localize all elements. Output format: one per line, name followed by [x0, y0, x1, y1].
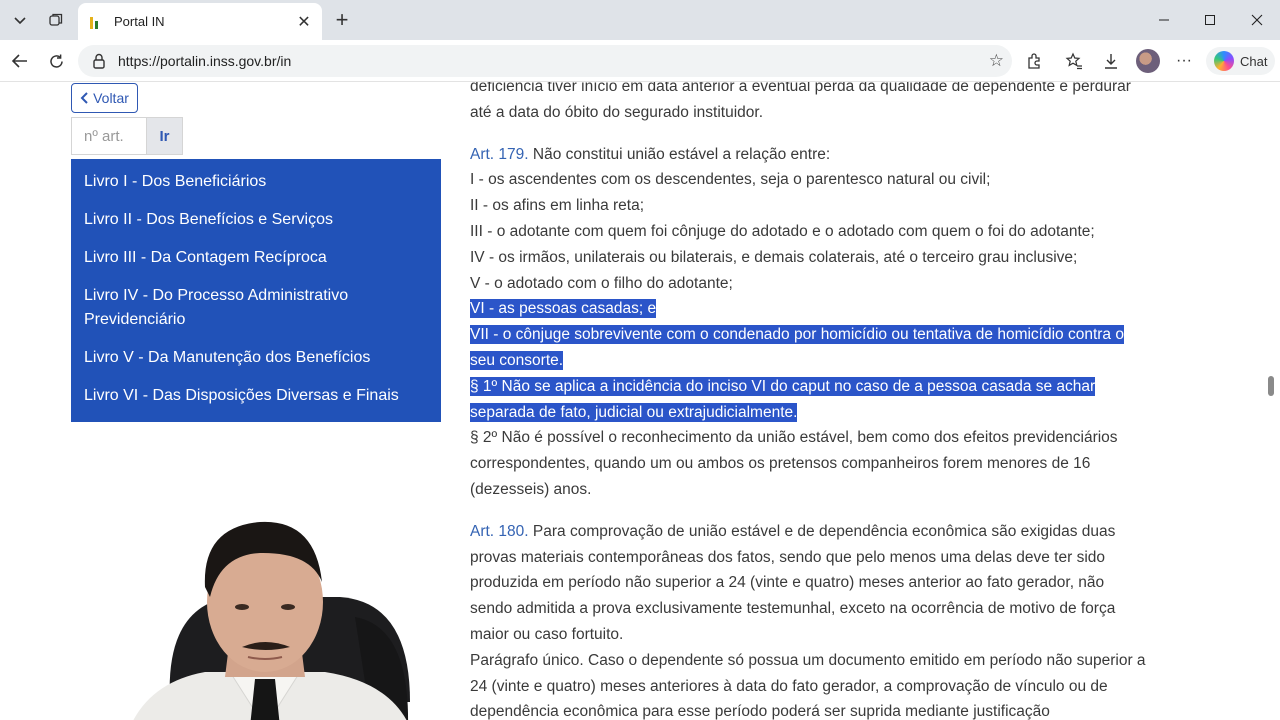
highlighted-line: VII - o cônjuge sobrevivente com o conde… [470, 322, 1182, 348]
extensions-icon[interactable] [1021, 48, 1047, 74]
text-line: sendo admitida a prova exclusivamente te… [470, 600, 1116, 618]
copilot-icon [1214, 51, 1234, 71]
book-link-3[interactable]: Livro III - Da Contagem Recíproca [71, 240, 441, 278]
workspaces-icon[interactable] [40, 6, 72, 34]
url-field[interactable]: https://portalin.inss.gov.br/in ☆ [78, 45, 1012, 77]
tab-strip: Portal IN ✕ + [0, 0, 1280, 40]
close-tab-icon[interactable]: ✕ [294, 12, 314, 32]
selected-text[interactable]: VII - o cônjuge sobrevivente com o conde… [470, 325, 1124, 345]
page-viewport: Voltar Ir Livro I - Dos Beneficiários Li… [0, 82, 1280, 720]
selected-text[interactable]: § 1º Não se aplica a incidência do incis… [470, 376, 1096, 396]
article-180-first-line: Para comprovação de união estável e de d… [532, 522, 1116, 540]
article-179-link[interactable]: Art. 179. [470, 146, 529, 163]
tab-title: Portal IN [114, 14, 165, 29]
book-link-2[interactable]: Livro II - Dos Benefícios e Serviços [71, 202, 441, 240]
selected-text[interactable]: seu consorte. [470, 350, 564, 370]
book-link-1[interactable]: Livro I - Dos Beneficiários [71, 164, 441, 202]
book-link-4[interactable]: Livro IV - Do Processo Administrativo Pr… [71, 278, 441, 340]
books-menu: Livro I - Dos Beneficiários Livro II - D… [71, 159, 441, 422]
article-179-heading: Art. 179. Não constitui união estável a … [470, 142, 1182, 168]
go-button[interactable]: Ir [146, 117, 183, 155]
active-tab[interactable]: Portal IN ✕ [78, 3, 322, 40]
inciso-5: V - o adotado com o filho do adotante; [470, 274, 733, 292]
inciso-3: III - o adotante com quem foi cônjuge do… [470, 222, 1095, 240]
voltar-label: Voltar [93, 90, 129, 106]
selected-text[interactable]: separada de fato, judicial ou extrajudic… [470, 402, 798, 422]
article-number-input[interactable] [71, 117, 146, 155]
scrollbar-thumb[interactable] [1268, 376, 1274, 396]
text-line: 24 (vinte e quatro) meses anteriores à d… [470, 677, 1108, 695]
text-line: maior ou caso fortuito. [470, 625, 624, 643]
voltar-button[interactable]: Voltar [71, 83, 138, 113]
text-line: Parágrafo único. Caso o dependente só po… [470, 651, 1146, 669]
downloads-icon[interactable] [1098, 48, 1124, 74]
text-line: dependência econômica para esse período … [470, 703, 1050, 720]
favorites-collection-icon[interactable] [1061, 48, 1087, 74]
text-line: produzida em período não superior a 24 (… [470, 574, 1105, 592]
text-line: provas materiais contemporâneas dos fato… [470, 548, 1106, 566]
address-bar-row: https://portalin.inss.gov.br/in ☆ ··· Ch… [0, 40, 1280, 82]
favorite-star-icon[interactable]: ☆ [989, 51, 1004, 71]
close-window-icon[interactable] [1234, 0, 1280, 40]
copilot-chat-button[interactable]: Chat [1206, 47, 1276, 75]
inciso-1: I - os ascendentes com os descendentes, … [470, 171, 991, 189]
site-info-lock-icon[interactable] [90, 52, 108, 70]
highlighted-line: seu consorte. [470, 348, 1182, 374]
maximize-icon[interactable] [1187, 0, 1233, 40]
presenter-webcam-overlay [133, 521, 410, 720]
chevron-left-icon [80, 92, 88, 104]
paragraph-2-line: correspondentes, quando um ou ambos os p… [470, 455, 1091, 473]
minimize-icon[interactable] [1141, 0, 1187, 40]
selected-text[interactable]: VI - as pessoas casadas; e [470, 299, 657, 319]
url-text: https://portalin.inss.gov.br/in [118, 53, 292, 69]
law-text: deficiência tiver início em data anterio… [470, 82, 1182, 720]
paragraph-2-line: § 2º Não é possível o reconhecimento da … [470, 429, 1118, 447]
more-menu-icon[interactable]: ··· [1171, 48, 1197, 74]
highlighted-line: separada de fato, judicial ou extrajudic… [470, 400, 1182, 426]
article-179-caput: Não constitui união estável a relação en… [532, 145, 831, 163]
paragraph-2-line: (dezesseis) anos. [470, 480, 592, 498]
profile-avatar[interactable] [1136, 49, 1160, 73]
chat-label: Chat [1240, 53, 1268, 69]
text-line: deficiência tiver início em data anterio… [470, 82, 1131, 95]
book-link-6[interactable]: Livro VI - Das Disposições Diversas e Fi… [71, 378, 441, 416]
inciso-2: II - os afins em linha reta; [470, 197, 645, 215]
portal-favicon-icon [90, 15, 102, 29]
tab-actions-chevron-icon[interactable] [4, 6, 36, 34]
highlighted-line: VI - as pessoas casadas; e [470, 296, 1182, 322]
new-tab-plus-icon[interactable]: + [328, 6, 356, 34]
highlighted-line: § 1º Não se aplica a incidência do incis… [470, 374, 1182, 400]
reload-icon[interactable] [42, 47, 70, 75]
inciso-4: IV - os irmãos, unilaterais ou bilaterai… [470, 248, 1078, 266]
article-180-link[interactable]: Art. 180. [470, 523, 529, 540]
back-arrow-icon[interactable] [6, 47, 34, 75]
article-search: Ir [71, 117, 183, 155]
book-link-5[interactable]: Livro V - Da Manutenção dos Benefícios [71, 340, 441, 378]
article-180-heading: Art. 180. Para comprovação de união está… [470, 519, 1182, 545]
text-line: até a data do óbito do segurado institui… [470, 103, 763, 121]
